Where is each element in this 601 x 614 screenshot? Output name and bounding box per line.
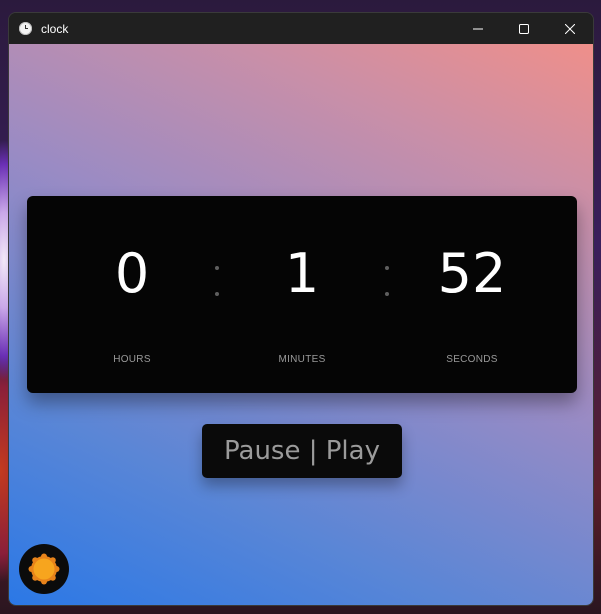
minimize-button[interactable] bbox=[455, 13, 501, 44]
sun-icon bbox=[28, 553, 60, 585]
maximize-button[interactable] bbox=[501, 13, 547, 44]
minutes-value: 1 bbox=[284, 242, 320, 305]
seconds-unit: 52 SECONDS bbox=[402, 196, 542, 393]
maximize-icon bbox=[519, 23, 529, 34]
hours-label: HOURS bbox=[113, 354, 151, 365]
app-window: clock 0 HOURS 1 MINUTES 52 SECONDS Pause… bbox=[8, 12, 594, 606]
window-controls bbox=[455, 13, 593, 44]
minutes-label: MINUTES bbox=[278, 354, 326, 365]
close-icon bbox=[565, 23, 575, 34]
minimize-icon bbox=[473, 28, 483, 29]
hours-unit: 0 HOURS bbox=[62, 196, 202, 393]
seconds-value: 52 bbox=[437, 242, 507, 305]
close-button[interactable] bbox=[547, 13, 593, 44]
separator-colon bbox=[214, 266, 220, 298]
clock-display: 0 HOURS 1 MINUTES 52 SECONDS bbox=[27, 196, 577, 393]
pause-play-button[interactable]: Pause | Play bbox=[202, 424, 402, 478]
title-bar[interactable]: clock bbox=[9, 13, 593, 44]
hours-value: 0 bbox=[114, 242, 150, 305]
app-content: 0 HOURS 1 MINUTES 52 SECONDS Pause | Pla… bbox=[9, 44, 593, 605]
seconds-label: SECONDS bbox=[446, 354, 498, 365]
theme-toggle-button[interactable] bbox=[19, 544, 69, 594]
separator-colon bbox=[384, 266, 390, 298]
window-title: clock bbox=[41, 21, 69, 36]
minutes-unit: 1 MINUTES bbox=[232, 196, 372, 393]
clock-icon bbox=[19, 22, 32, 35]
